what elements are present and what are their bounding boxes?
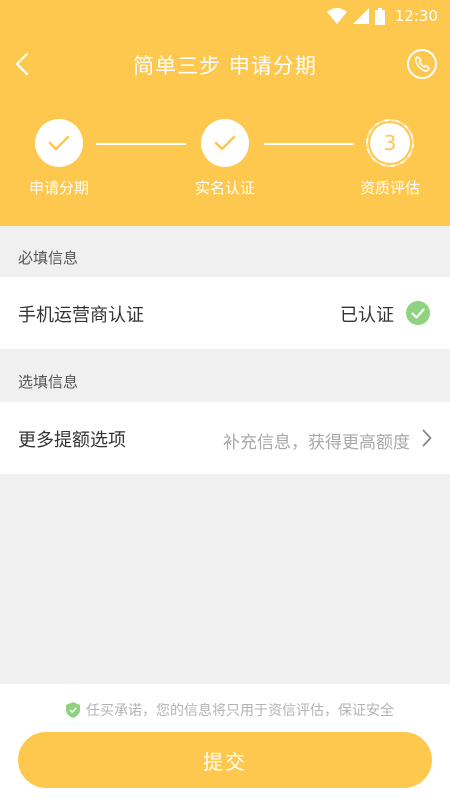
shield-icon	[66, 702, 80, 718]
stepper: 申请分期 实名认证 3 资质评估	[0, 117, 450, 207]
header: 12:30 简单三步 申请分期 申请分期 实名认证 3 资质评估	[0, 0, 450, 226]
required-section-label: 必填信息	[18, 249, 79, 267]
step-3-number: 3	[383, 131, 397, 155]
phone-button[interactable]	[406, 48, 438, 80]
step-3-circle: 3	[366, 119, 414, 167]
step-3-label: 资质评估	[359, 179, 420, 197]
status-time: 12:30	[394, 7, 438, 25]
step-connector	[96, 143, 186, 145]
bottom-bar: 任买承诺，您的信息将只用于资信评估，保证安全 提交	[0, 684, 450, 800]
step-2-label: 实名认证	[194, 179, 255, 197]
step-1-circle	[35, 119, 83, 167]
optional-section-label: 选填信息	[18, 373, 79, 391]
carrier-verification-row[interactable]: 手机运营商认证 已认证	[0, 277, 450, 349]
verified-check-icon	[406, 301, 430, 325]
page-title: 简单三步 申请分期	[133, 54, 317, 78]
privacy-notice-text: 任买承诺，您的信息将只用于资信评估，保证安全	[86, 703, 394, 719]
submit-button[interactable]: 提交	[18, 732, 432, 788]
more-credit-options-row[interactable]: 更多提额选项 补充信息，获得更高额度	[0, 402, 450, 474]
phone-icon	[407, 49, 437, 79]
more-credit-options-title: 更多提额选项	[18, 430, 126, 451]
step-connector	[264, 143, 354, 145]
check-icon	[48, 135, 70, 151]
status-bar: 12:30	[0, 0, 450, 32]
more-credit-options-hint: 补充信息，获得更高额度	[223, 433, 410, 453]
nav-bar: 简单三步 申请分期	[0, 38, 450, 90]
wifi-icon	[326, 8, 347, 24]
check-icon	[214, 135, 236, 151]
verified-status: 已认证	[340, 305, 394, 326]
battery-icon	[374, 7, 385, 25]
carrier-verification-title: 手机运营商认证	[18, 305, 144, 326]
step-2-circle	[201, 119, 249, 167]
signal-icon	[352, 8, 369, 24]
chevron-right-icon	[422, 429, 432, 451]
privacy-notice: 任买承诺，您的信息将只用于资信评估，保证安全	[0, 700, 450, 720]
step-1-label: 申请分期	[28, 179, 89, 197]
